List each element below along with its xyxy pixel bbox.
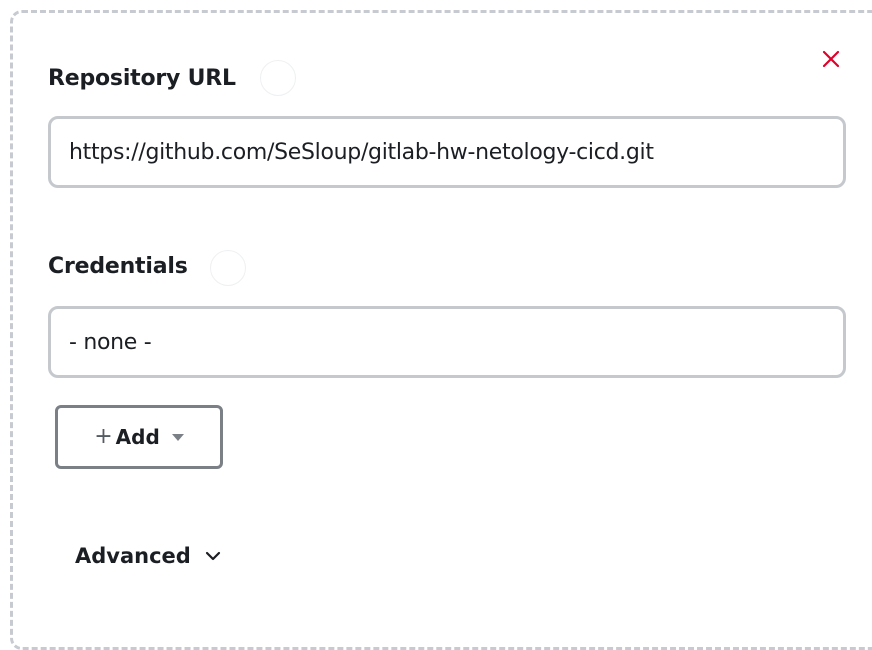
credentials-selected-value: - none - [69,329,152,355]
repository-url-help-icon[interactable] [260,60,296,96]
add-button-label: Add [115,425,160,449]
close-icon[interactable] [820,48,842,70]
credentials-help-icon[interactable] [210,250,246,286]
add-credentials-button[interactable]: + Add [55,405,223,469]
caret-down-icon [171,433,184,441]
advanced-label: Advanced [75,544,191,568]
plus-icon: + [94,424,113,449]
credentials-label: Credentials [48,254,188,279]
credentials-select[interactable]: - none - [48,306,846,378]
repository-url-label: Repository URL [48,66,236,91]
repository-url-input[interactable] [48,116,846,188]
chevron-down-icon [205,551,220,561]
advanced-toggle[interactable]: Advanced [75,544,221,568]
